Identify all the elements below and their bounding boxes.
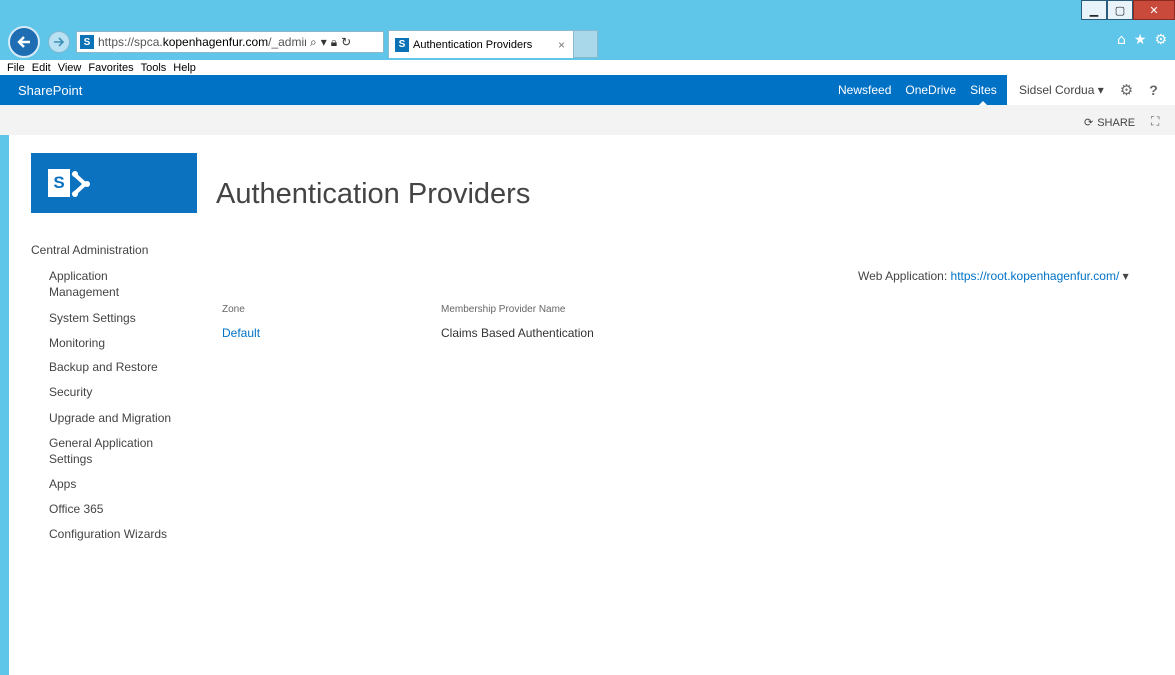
- ql-item-system-settings[interactable]: System Settings: [49, 310, 179, 326]
- ql-item-office-365[interactable]: Office 365: [49, 501, 179, 517]
- address-text[interactable]: https://spca.kopenhagenfur.com/_admin/au: [98, 35, 306, 49]
- window-controls: ▁ ▢ ✕: [1081, 0, 1175, 22]
- sharepoint-favicon-icon: S: [80, 35, 94, 49]
- column-header-zone: Zone: [222, 304, 245, 315]
- web-application-dropdown-icon[interactable]: ▾: [1123, 269, 1129, 283]
- menu-favorites[interactable]: Favorites: [88, 62, 133, 74]
- site-logo[interactable]: S: [31, 153, 197, 213]
- user-menu[interactable]: Sidsel Cordua ▾: [1019, 83, 1104, 97]
- close-button[interactable]: ✕: [1133, 0, 1175, 20]
- refresh-icon[interactable]: ↻: [341, 35, 351, 49]
- quick-launch: Central Administration: [31, 243, 148, 267]
- web-application-label: Web Application:: [858, 269, 948, 283]
- share-icon: ⟳: [1084, 117, 1094, 129]
- tools-gear-icon[interactable]: ⚙: [1154, 32, 1167, 48]
- sharepoint-brand[interactable]: SharePoint: [18, 83, 82, 98]
- window-border: [0, 135, 9, 675]
- suite-bar: SharePoint Newsfeed OneDrive Sites Sidse…: [0, 75, 1175, 105]
- tab-title: Authentication Providers: [413, 38, 533, 51]
- web-application-selector: Web Application: https://root.kopenhagen…: [858, 269, 1129, 283]
- membership-provider-name: Claims Based Authentication: [441, 326, 594, 340]
- maximize-button[interactable]: ▢: [1107, 0, 1133, 20]
- suite-link-newsfeed[interactable]: Newsfeed: [838, 83, 891, 97]
- page-title: Authentication Providers: [216, 178, 531, 210]
- forward-button[interactable]: [48, 31, 70, 53]
- tab-favicon-icon: S: [395, 37, 409, 52]
- menu-edit[interactable]: Edit: [32, 62, 51, 74]
- ql-item-monitoring[interactable]: Monitoring: [49, 335, 179, 351]
- ql-item-application-management[interactable]: Application Management: [49, 268, 179, 300]
- minimize-button[interactable]: ▁: [1081, 0, 1107, 20]
- dropdown-arrow-icon[interactable]: ▾: [321, 35, 327, 49]
- zone-link-default[interactable]: Default: [222, 326, 260, 340]
- column-header-membership-provider: Membership Provider Name: [441, 304, 566, 315]
- ribbon-strip: [0, 105, 1175, 135]
- ql-item-backup-and-restore[interactable]: Backup and Restore: [49, 359, 179, 375]
- web-application-link[interactable]: https://root.kopenhagenfur.com/: [951, 269, 1120, 283]
- tab-close-icon[interactable]: ×: [558, 38, 565, 52]
- ql-item-general-application-settings[interactable]: General Application Settings: [49, 435, 179, 467]
- help-icon[interactable]: ?: [1149, 82, 1158, 98]
- share-label: SHARE: [1097, 116, 1136, 129]
- favorites-star-icon[interactable]: ★: [1134, 32, 1147, 48]
- sharepoint-logo-icon: S: [48, 169, 70, 197]
- browser-tab[interactable]: S Authentication Providers ×: [388, 30, 574, 58]
- ql-item-configuration-wizards[interactable]: Configuration Wizards: [49, 526, 179, 542]
- menu-help[interactable]: Help: [173, 62, 196, 74]
- share-button[interactable]: ⟳ SHARE: [1084, 116, 1136, 130]
- ql-item-apps[interactable]: Apps: [49, 476, 179, 492]
- settings-gear-icon[interactable]: ⚙: [1120, 81, 1133, 99]
- suite-link-sites[interactable]: Sites: [970, 83, 997, 105]
- back-button[interactable]: [8, 26, 40, 58]
- suite-link-onedrive[interactable]: OneDrive: [905, 83, 956, 97]
- menu-tools[interactable]: Tools: [141, 62, 167, 74]
- address-bar[interactable]: S https://spca.kopenhagenfur.com/_admin/…: [76, 31, 384, 53]
- ql-item-security[interactable]: Security: [49, 384, 179, 400]
- forward-arrow-icon: [54, 37, 65, 47]
- new-tab-button[interactable]: [574, 30, 598, 58]
- search-icon[interactable]: ⌕: [310, 35, 317, 50]
- home-icon[interactable]: ⌂: [1117, 32, 1126, 48]
- sharepoint-arrow-icon: [71, 171, 90, 197]
- focus-on-content-icon[interactable]: ⛶: [1151, 114, 1165, 128]
- quicklaunch-root[interactable]: Central Administration: [31, 243, 148, 257]
- back-arrow-icon: [17, 36, 30, 48]
- menu-view[interactable]: View: [58, 62, 82, 74]
- menu-bar: File Edit View Favorites Tools Help: [0, 60, 1175, 75]
- lock-icon[interactable]: 🔒︎: [331, 35, 337, 50]
- ql-item-upgrade-and-migration[interactable]: Upgrade and Migration: [49, 410, 179, 426]
- menu-file[interactable]: File: [7, 62, 25, 74]
